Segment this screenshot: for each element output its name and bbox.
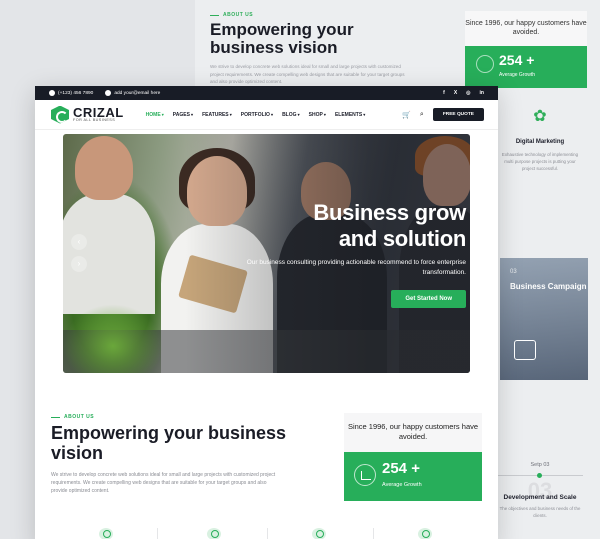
money-icon xyxy=(99,528,113,539)
email-icon xyxy=(105,90,112,96)
main-navbar: CRIZAL FOR ALL BUSINESS HOME PAGES FEATU… xyxy=(35,100,498,130)
bg-about-text: We strive to develop concrete web soluti… xyxy=(210,64,405,84)
presentation-icon xyxy=(514,340,536,360)
growth-chart-icon xyxy=(476,55,494,73)
menu-item-pages[interactable]: PAGES xyxy=(173,112,193,118)
hero-slider: ‹ › Business grow and solution Our busin… xyxy=(63,134,470,373)
hero-heading-line2: and solution xyxy=(338,226,466,251)
linkedin-icon[interactable]: in xyxy=(480,90,484,96)
x-twitter-icon[interactable]: X xyxy=(454,90,457,96)
bg-stat-top-text: Since 1996, our happy customers have avo… xyxy=(465,11,587,46)
menu-item-elements[interactable]: ELEMENTS xyxy=(335,112,365,118)
instagram-icon[interactable]: ◎ xyxy=(466,90,470,96)
stat-top-text: Since 1996, our happy customers have avo… xyxy=(344,413,482,452)
handshake-icon xyxy=(312,528,326,539)
menu-item-portfolio[interactable]: PORTFOLIO xyxy=(241,112,273,118)
social-links: f X ◎ in xyxy=(443,90,484,96)
menu-item-shop[interactable]: SHOP xyxy=(309,112,326,118)
get-started-button[interactable]: Get Started Now xyxy=(391,290,466,308)
divider xyxy=(157,528,158,539)
bg-step-title: Development and Scale xyxy=(503,494,577,501)
search-icon[interactable]: ⌕ xyxy=(420,111,424,119)
bg-service-card: ✿ Digital Marketing Exhaustive technolog… xyxy=(500,105,580,172)
divider xyxy=(373,528,374,539)
bg-stat-label: Average Growth xyxy=(499,72,536,78)
bg-step-label: Setp 03 xyxy=(530,462,550,468)
bg-service-text: Exhaustive technology of implementing mu… xyxy=(501,152,579,171)
phone-number: (+123) 456 7890 xyxy=(58,90,94,96)
hero-subtext: Our business consulting providing action… xyxy=(246,259,466,276)
email-contact[interactable]: add your@email here xyxy=(105,90,160,96)
growth-icon xyxy=(207,528,221,539)
bg-about-heading: Empowering your business vision xyxy=(210,20,354,57)
bg-about-section: ABOUT US Empowering your business vision… xyxy=(210,12,430,86)
main-menu: HOME PAGES FEATURES PORTFOLIO BLOG SHOP … xyxy=(146,112,366,118)
facebook-icon[interactable]: f xyxy=(443,90,445,96)
logo-name: CRIZAL xyxy=(73,105,124,120)
bg-step-card: Setp 03 03 Development and Scale The obj… xyxy=(497,462,583,519)
phone-contact[interactable]: (+123) 456 7890 xyxy=(49,90,93,96)
bg-stat-card: Since 1996, our happy customers have avo… xyxy=(465,11,587,88)
logo-mark-icon xyxy=(51,105,69,124)
menu-item-home[interactable]: HOME xyxy=(146,112,164,118)
campaign-photo xyxy=(500,258,588,380)
top-bar: (+123) 456 7890 add your@email here f X … xyxy=(35,86,498,100)
chart-icon xyxy=(418,528,432,539)
bg-service-title: Digital Marketing xyxy=(515,139,565,145)
about-tag: ABOUT US xyxy=(51,414,301,420)
bg-step-dot xyxy=(537,473,542,478)
phone-icon xyxy=(49,90,55,96)
menu-item-features[interactable]: FEATURES xyxy=(202,112,232,118)
features-icon-row xyxy=(35,524,498,539)
bg-step-text: The objectives and business needs of the… xyxy=(499,506,581,518)
website-window: (+123) 456 7890 add your@email here f X … xyxy=(35,86,498,539)
about-text: We strive to develop concrete web soluti… xyxy=(51,472,276,494)
bg-step-line xyxy=(497,473,583,478)
bg-stat-number: 254 + xyxy=(499,52,535,68)
bg-about-tag: ABOUT US xyxy=(210,12,430,18)
hero-heading-line1: Business grow xyxy=(313,200,466,225)
bg-campaign-number: 03 xyxy=(510,269,517,275)
bg-campaign-title: Business Campaign xyxy=(510,282,587,291)
cart-icon[interactable]: 🛒 xyxy=(402,111,411,119)
logo[interactable]: CRIZAL FOR ALL BUSINESS xyxy=(51,105,124,124)
marketing-icon: ✿ xyxy=(533,108,547,125)
slider-next-arrow-icon[interactable]: › xyxy=(71,256,87,272)
email-address: add your@email here xyxy=(114,90,161,96)
hero-heading: Business grow and solution xyxy=(313,200,466,252)
bg-stat-green: 254 + Average Growth xyxy=(465,46,587,88)
growth-chart-icon xyxy=(354,464,376,486)
divider xyxy=(267,528,268,539)
stat-number: 254 + xyxy=(382,460,420,477)
stat-label: Average Growth xyxy=(382,482,422,488)
nav-actions: 🛒 ⌕ FREE QUOTE xyxy=(402,108,484,121)
about-section: ABOUT US Empowering your business vision… xyxy=(51,414,301,495)
stat-card: Since 1996, our happy customers have avo… xyxy=(344,413,482,501)
menu-item-blog[interactable]: BLOG xyxy=(282,112,300,118)
hero-overlay xyxy=(63,134,470,373)
slider-prev-arrow-icon[interactable]: ‹ xyxy=(71,234,87,250)
about-heading: Empowering your business vision xyxy=(51,423,287,463)
bg-campaign-card: 03 Business Campaign xyxy=(500,258,588,380)
stat-green-panel: 254 + Average Growth xyxy=(344,452,482,501)
free-quote-button[interactable]: FREE QUOTE xyxy=(432,108,484,121)
